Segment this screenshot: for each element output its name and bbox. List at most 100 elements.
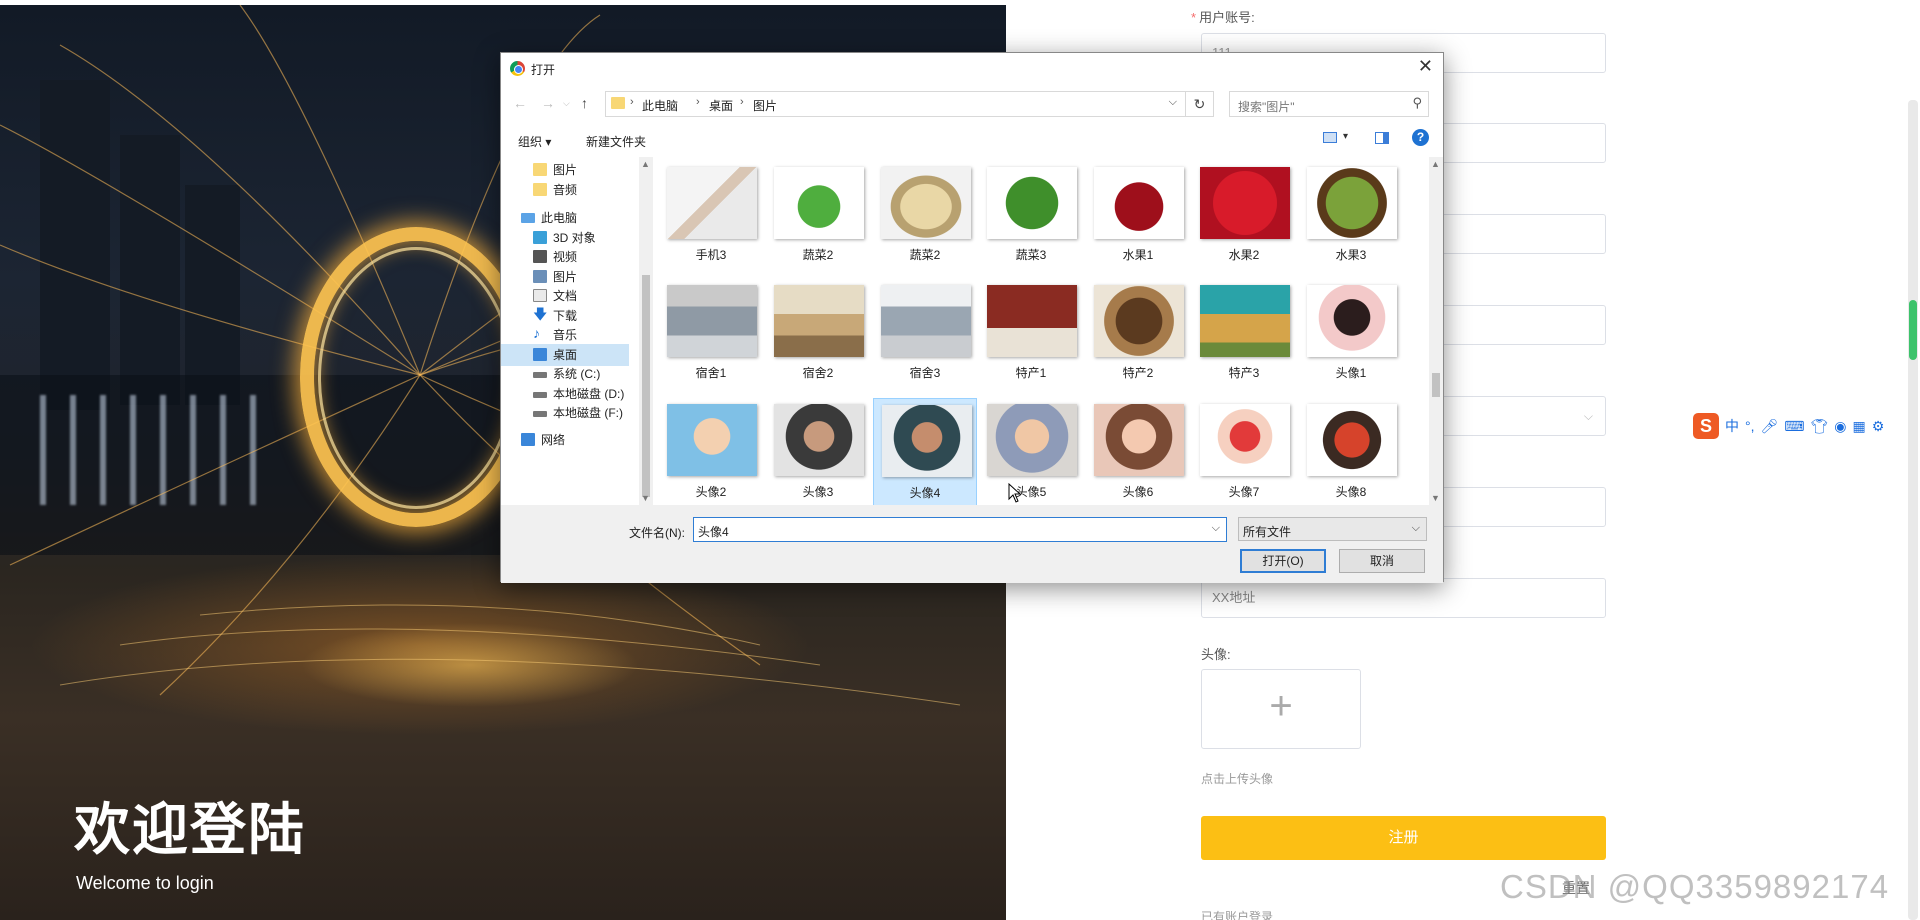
file-name: 蔬菜2 (802, 248, 834, 262)
nav-item[interactable]: 文档 (501, 285, 629, 307)
ime-punct[interactable]: °, (1745, 418, 1755, 434)
nav-item[interactable]: 网络 (501, 429, 629, 451)
recent-dropdown-icon[interactable]: ⌵ (563, 98, 570, 109)
computer-icon (521, 213, 535, 223)
file-tile[interactable]: 宿舍1 (659, 279, 763, 395)
preview-pane-icon[interactable] (1375, 132, 1389, 144)
file-tile[interactable]: 蔬菜2 (766, 161, 870, 277)
file-thumbnail (667, 404, 757, 476)
nav-item-label: 网络 (541, 433, 566, 447)
skin-icon[interactable]: 👕︎ (1811, 418, 1829, 435)
page-scrollbar-thumb[interactable] (1909, 300, 1917, 360)
nav-item[interactable]: ♪ 音乐 (501, 324, 629, 346)
file-tile[interactable]: 特产3 (1192, 279, 1296, 395)
file-name: 宿舍3 (909, 366, 941, 380)
nav-item[interactable]: 系统 (C:) (501, 363, 629, 385)
game-icon[interactable]: ◉ (1834, 418, 1846, 435)
file-tile[interactable]: 蔬菜2 (873, 161, 977, 277)
file-name: 头像2 (695, 485, 727, 499)
nav-item[interactable]: 此电脑 (501, 207, 629, 229)
file-tile[interactable]: 蔬菜3 (979, 161, 1083, 277)
file-thumbnail (1200, 404, 1290, 476)
filename-input[interactable]: 头像4 ⌵ (693, 517, 1227, 542)
file-thumbnail (1200, 167, 1290, 239)
cancel-button[interactable]: 取消 (1339, 549, 1425, 573)
search-box[interactable]: 搜索"图片" ⚲ (1229, 91, 1429, 117)
navigation-scrollbar-thumb[interactable] (642, 275, 650, 497)
file-tile[interactable]: 头像8 (1299, 398, 1403, 505)
up-arrow-icon[interactable]: ↑ (581, 95, 588, 111)
file-thumbnail (987, 404, 1077, 476)
breadcrumb-this-pc[interactable]: 此电脑 (642, 97, 678, 114)
organize-menu[interactable]: 组织 ▾ (518, 133, 551, 150)
file-tile[interactable]: 头像5 (979, 398, 1083, 505)
chevron-right-icon: › (630, 96, 634, 108)
drive-icon (533, 411, 547, 417)
help-icon[interactable]: ? (1412, 129, 1429, 146)
chevron-down-icon[interactable]: ⌵ (1412, 522, 1420, 535)
forward-arrow-icon[interactable]: → (541, 95, 555, 111)
file-thumbnail (1094, 404, 1184, 476)
page-scrollbar[interactable] (1908, 100, 1918, 920)
file-name: 头像6 (1122, 485, 1154, 499)
file-tile[interactable]: 水果2 (1192, 161, 1296, 277)
scroll-up-icon[interactable]: ▲ (641, 159, 650, 169)
file-scrollbar-thumb[interactable] (1432, 373, 1440, 397)
microphone-icon[interactable]: 🎤︎ (1761, 418, 1779, 435)
file-tile[interactable]: 水果1 (1086, 161, 1190, 277)
refresh-icon[interactable]: ↻ (1186, 91, 1214, 117)
chevron-down-icon[interactable]: ▾ (1343, 131, 1348, 142)
apps-icon[interactable]: ▦ (1853, 418, 1866, 435)
file-tile[interactable]: 头像4 (873, 398, 977, 505)
dialog-titlebar[interactable]: 打开 ✕ (501, 53, 1443, 83)
welcome-subtitle: Welcome to login (76, 873, 214, 893)
file-thumbnail (881, 285, 971, 357)
address-input[interactable]: XX地址 (1201, 578, 1606, 618)
file-tile[interactable]: 特产1 (979, 279, 1083, 395)
nav-item[interactable]: 音频 (501, 179, 629, 201)
avatar-upload[interactable]: + (1201, 669, 1361, 749)
close-icon[interactable]: ✕ (1418, 56, 1433, 77)
view-mode-icon[interactable] (1323, 132, 1337, 143)
settings-gear-icon[interactable]: ⚙ (1872, 418, 1885, 435)
sogou-logo-icon[interactable]: S (1693, 413, 1719, 439)
register-button[interactable]: 注册 (1201, 816, 1606, 860)
file-tile[interactable]: 水果3 (1299, 161, 1403, 277)
file-tile[interactable]: 宿舍2 (766, 279, 870, 395)
desktop-icon (533, 348, 547, 361)
new-folder-button[interactable]: 新建文件夹 (586, 133, 646, 150)
nav-item[interactable]: 视频 (501, 246, 629, 268)
chevron-down-icon[interactable]: ⌵ (1212, 522, 1220, 535)
nav-item-label: 音乐 (553, 328, 578, 342)
filetype-select[interactable]: 所有文件 ⌵ (1238, 517, 1427, 541)
scroll-down-icon[interactable]: ▼ (1431, 493, 1440, 503)
open-button[interactable]: 打开(O) (1240, 549, 1326, 573)
folder-icon (611, 97, 625, 109)
file-tile[interactable]: 特产2 (1086, 279, 1190, 395)
file-scrollbar[interactable]: ▲ ▼ (1429, 157, 1443, 505)
ime-mode[interactable]: 中 (1725, 416, 1739, 436)
breadcrumb-pictures[interactable]: 图片 (753, 97, 777, 114)
login-link[interactable]: 已有账户登录 (1201, 908, 1273, 920)
video-icon (533, 250, 547, 263)
file-tile[interactable]: 头像3 (766, 398, 870, 505)
nav-item[interactable]: 本地磁盘 (F:) (501, 402, 629, 424)
path-box[interactable]: › 此电脑 › 桌面 › 图片 ⌵ (605, 91, 1186, 117)
file-tile[interactable]: 头像2 (659, 398, 763, 505)
breadcrumb-desktop[interactable]: 桌面 (709, 97, 733, 114)
file-tile[interactable]: 手机3 (659, 161, 763, 277)
file-tile[interactable]: 头像1 (1299, 279, 1403, 395)
nav-item[interactable]: 图片 (501, 159, 629, 181)
scroll-up-icon[interactable]: ▲ (1431, 159, 1440, 169)
back-arrow-icon[interactable]: ← (513, 95, 527, 111)
avatar-label: 头像: (1201, 647, 1231, 662)
navigation-scrollbar[interactable]: ▲ ▼ (639, 157, 653, 505)
keyboard-icon[interactable]: ⌨︎ (1784, 418, 1804, 435)
file-tile[interactable]: 头像7 (1192, 398, 1296, 505)
scroll-down-icon[interactable]: ▼ (641, 493, 650, 503)
file-tile[interactable]: 头像6 (1086, 398, 1190, 505)
file-tile[interactable]: 宿舍3 (873, 279, 977, 395)
chevron-down-icon[interactable]: ⌵ (1169, 96, 1177, 109)
file-thumbnail (667, 167, 757, 239)
folder-icon (533, 183, 547, 196)
